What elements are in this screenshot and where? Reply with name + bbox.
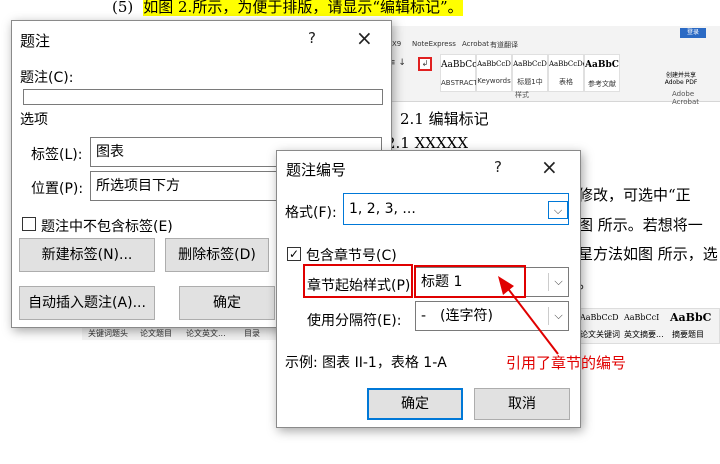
doc-body-line: 修改，可选中“正 [578,186,691,204]
help-icon[interactable]: ? [494,158,502,176]
close-icon[interactable]: × [541,155,558,179]
login-button[interactable]: 登录 [680,28,706,38]
help-icon[interactable]: ? [308,29,316,47]
style-item[interactable]: 论文题目 [140,328,172,339]
ok-button[interactable]: 确定 [179,286,275,320]
style-item[interactable]: 关键词题头 [88,328,128,339]
acrobat-group-label: Adobe Acrobat [672,90,699,106]
style-item[interactable]: 目录 [244,328,260,339]
style-preview[interactable]: AaBbC [670,311,711,324]
highlight-box-label [303,264,413,298]
label-label: 标签(L): [31,147,83,163]
create-pdf-button[interactable]: 创建并共享 Adobe PDF [664,72,698,86]
styles-group-label: 样式 [515,91,529,99]
include-chapter-checkbox[interactable]: ✓ [287,247,301,261]
doc-body-line: 星方法如图 所示，选 [578,245,718,263]
instruction-number: (5) [112,0,134,16]
show-marks-icon[interactable]: ↲ [418,57,432,71]
style-name: 摘要题目 [672,330,704,339]
ribbon-tab[interactable]: Acrobat [462,40,489,48]
style-item[interactable]: 论文英文... [186,328,226,339]
separator-value: - (连字符) [421,308,493,324]
chevron-down-icon[interactable]: ⌵ [548,201,568,219]
new-label-button[interactable]: 新建标签(N)... [19,238,155,272]
caption-input[interactable] [23,89,383,105]
style-preview[interactable]: AaBbCcI [624,313,659,322]
exclude-label-checkbox[interactable] [22,217,36,231]
style-name: 英文摘要... [624,330,664,339]
ok-button[interactable]: 确定 [367,388,463,420]
instruction-text: 如图 2.所示，为便于排版，请显示“编辑标记”。 [143,0,463,16]
annotation-arrow [498,276,559,355]
example-text: 示例: 图表 II-1，表格 1-A [285,355,447,371]
style-table[interactable]: AaBbCcDe 表格 [548,54,587,92]
format-select[interactable]: 1, 2, 3, ... [343,193,569,225]
options-label: 选项 [20,112,48,128]
position-label: 位置(P): [31,181,84,197]
close-icon[interactable]: × [356,26,373,50]
delete-label-button[interactable]: 删除标签(D) [165,238,269,272]
style-abstract[interactable]: AaBbCc ABSTRACT [440,54,478,92]
ribbon-tabs: X9 NoteExpress Acrobat 有道翻译 [380,40,720,52]
style-keywords[interactable]: AaBbCcD Keywords [476,54,512,92]
ribbon-tab[interactable]: 有道翻译 [490,40,518,50]
style-gallery-right: AaBbCcD AaBbCcI AaBbC 论文关键词 英文摘要... 摘要题目 [575,308,720,344]
annotation-text: 引用了章节的编号 [506,354,627,372]
separator-label: 使用分隔符(E): [307,313,402,329]
dialog-title: 题注 [20,32,51,50]
auto-caption-button[interactable]: 自动插入题注(A)... [19,286,155,320]
ribbon-tab[interactable]: X9 [392,40,401,48]
style-references[interactable]: AaBbC 参考文献 [584,54,620,92]
ribbon-tab[interactable]: NoteExpress [412,40,456,48]
style-preview[interactable]: AaBbCcD [580,313,619,322]
instruction-line: (5) 如图 2.所示，为便于排版，请显示“编辑标记”。 [112,0,463,20]
style-name: 论文关键词 [580,330,620,339]
dialog-title: 题注编号 [286,161,347,179]
format-value: 1, 2, 3, ... [349,201,416,217]
cancel-button[interactable]: 取消 [474,388,570,420]
caption-label: 题注(C): [20,70,74,86]
doc-heading-1: 2.1 编辑标记 [400,110,489,128]
format-label: 格式(F): [285,205,337,221]
include-chapter-text: 包含章节号(C) [306,248,397,264]
exclude-label-text: 题注中不包含标签(E) [41,219,173,235]
style-heading1-cn[interactable]: AaBbCcD 标题1中 [512,54,548,92]
doc-body-line: 图 所示。若想将一 [578,216,703,234]
